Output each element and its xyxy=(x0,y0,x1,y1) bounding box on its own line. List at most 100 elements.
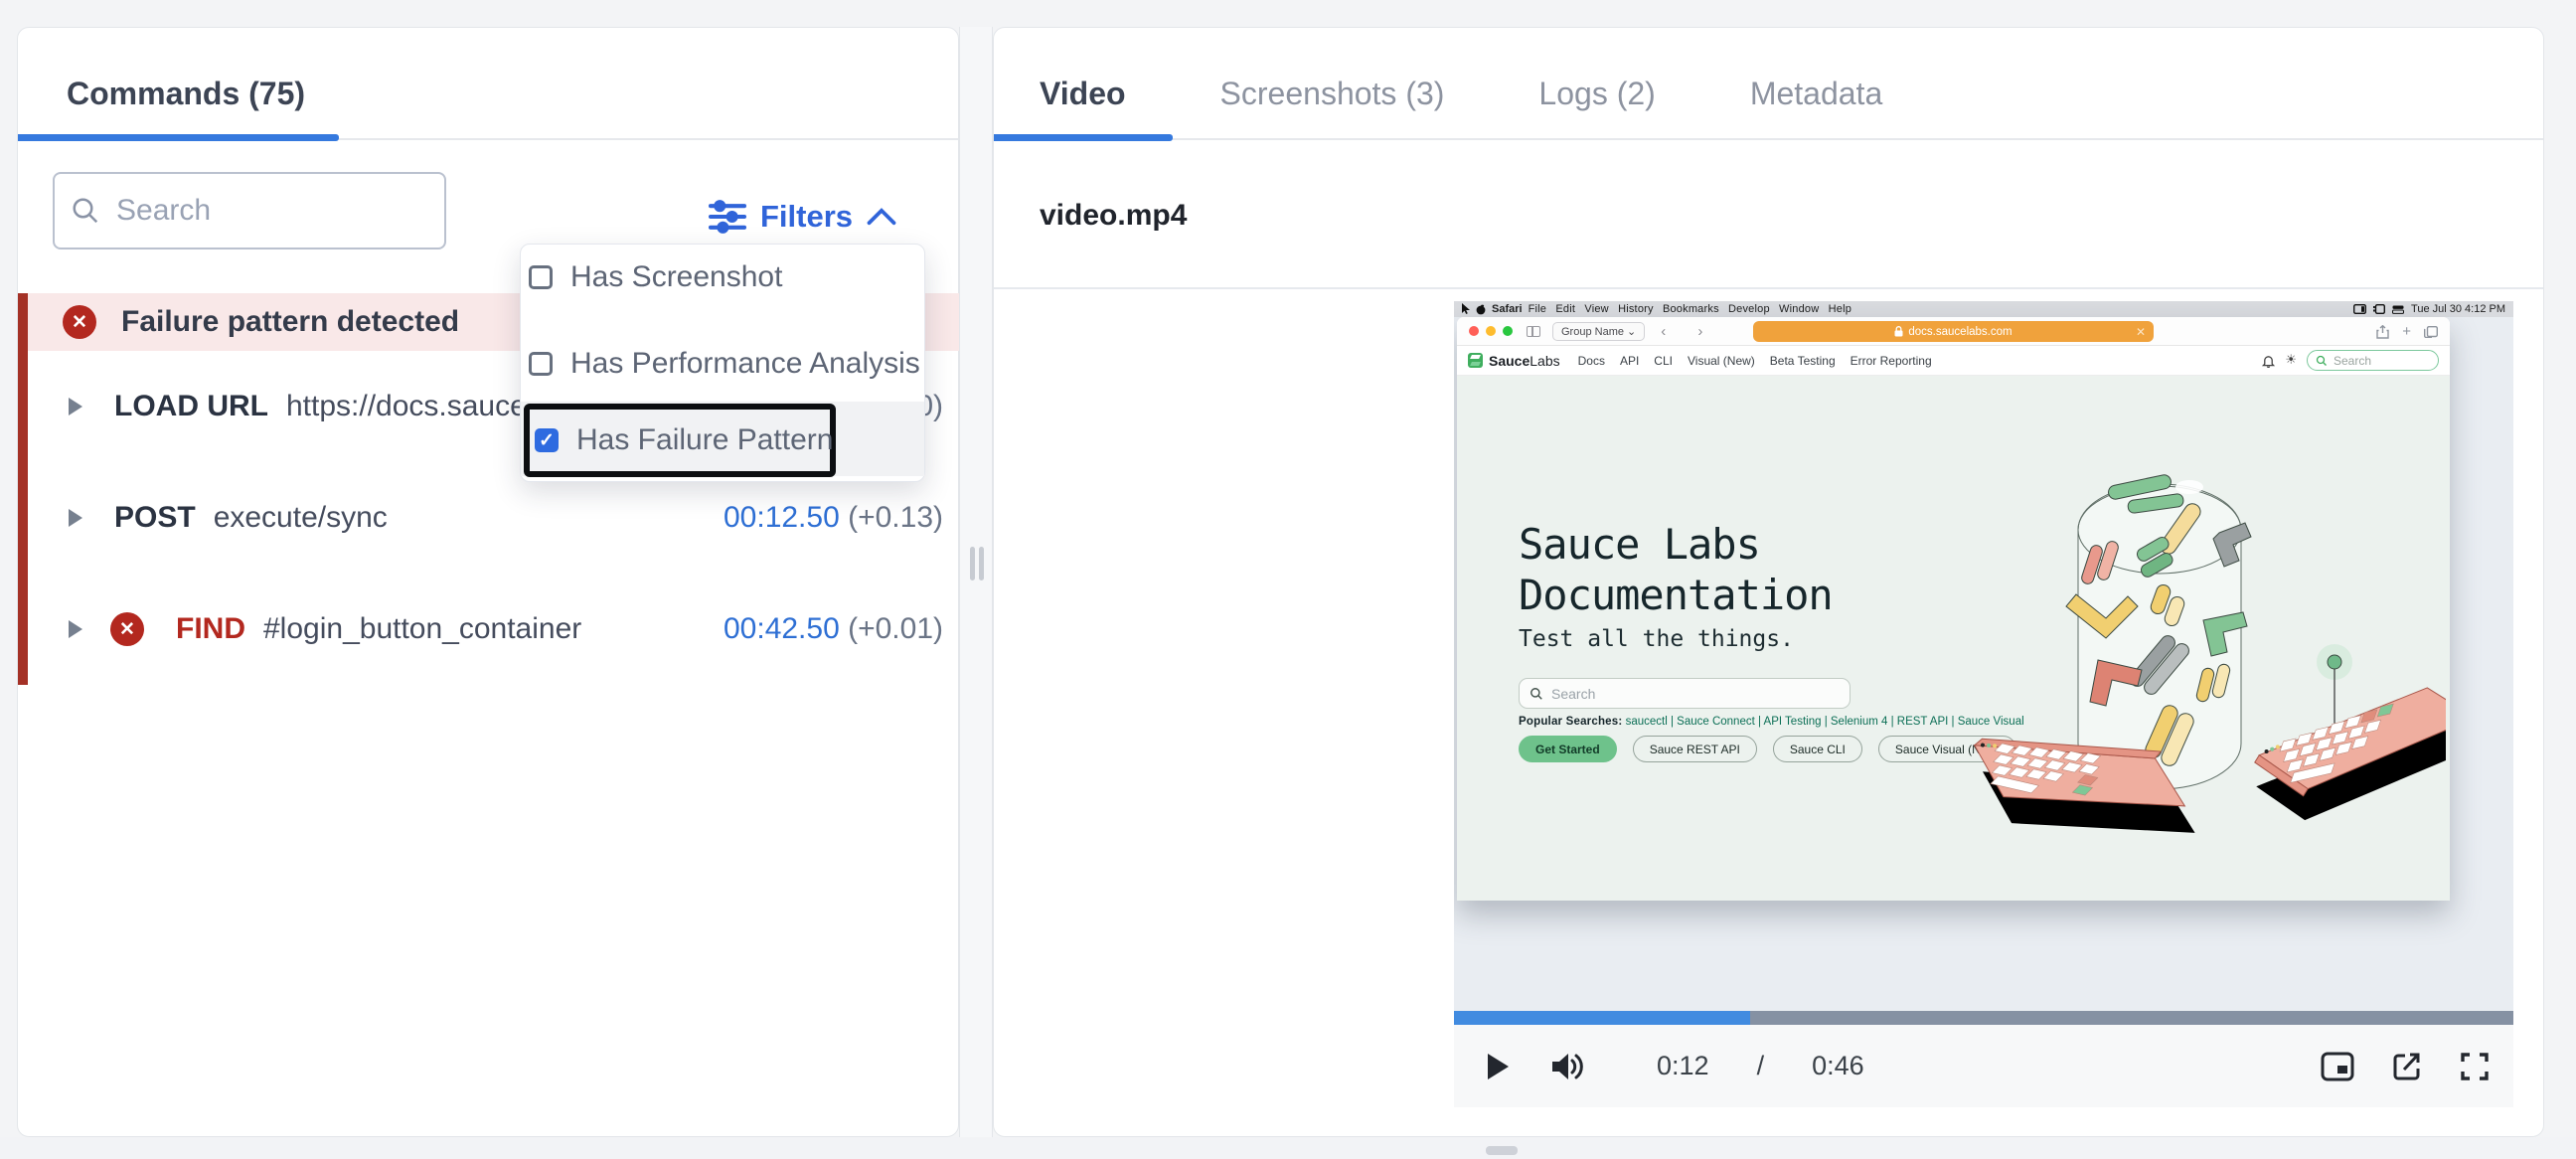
command-arg: #login_button_container xyxy=(263,612,582,645)
filters-label: Filters xyxy=(760,199,854,234)
share-icon[interactable] xyxy=(2376,324,2389,339)
tab-overview-icon[interactable] xyxy=(2424,325,2438,338)
apple-icon xyxy=(1476,304,1486,314)
fullscreen-icon[interactable] xyxy=(2460,1052,2490,1081)
nav-item-api[interactable]: API xyxy=(1620,354,1639,368)
horizontal-scrollbar-thumb[interactable] xyxy=(1486,1146,1518,1155)
hero-search[interactable]: Search xyxy=(1519,678,1851,709)
cursor-icon xyxy=(1462,303,1470,314)
checkbox-checked[interactable]: ✓ xyxy=(535,428,559,452)
command-method: LOAD URL xyxy=(114,390,268,422)
command-row-find[interactable]: ✕ FIND #login_button_container 00:42.50 … xyxy=(18,574,960,685)
traffic-lights-icon[interactable] xyxy=(1469,326,1513,336)
video-file-title: video.mp4 xyxy=(1040,199,1188,232)
nav-item-docs[interactable]: Docs xyxy=(1578,354,1605,368)
filters-icon xyxy=(709,200,746,234)
get-started-button[interactable]: Get Started xyxy=(1519,736,1617,762)
filters-button[interactable]: Filters xyxy=(709,194,896,240)
expand-caret-icon[interactable] xyxy=(69,398,82,415)
header-divider xyxy=(994,287,2543,289)
open-external-icon[interactable] xyxy=(2392,1052,2422,1081)
stop-loading-icon[interactable]: ✕ xyxy=(2136,325,2146,339)
popular-searches[interactable]: Popular Searches: saucectl | Sauce Conne… xyxy=(1519,716,2024,728)
tab-video[interactable]: Video xyxy=(1040,76,1126,112)
saucelabs-brand[interactable]: SauceLabs xyxy=(1489,353,1560,369)
search-input[interactable] xyxy=(116,194,428,228)
display-icon xyxy=(2353,304,2367,314)
nav-item-error-reporting[interactable]: Error Reporting xyxy=(1851,354,1932,368)
site-search-placeholder: Search xyxy=(2334,353,2372,368)
battery-icon xyxy=(2392,305,2405,314)
asset-tabs: Video Screenshots (3) Logs (2) Metadata xyxy=(1040,76,1882,112)
tab-divider xyxy=(994,138,2543,140)
tab-screenshots[interactable]: Screenshots (3) xyxy=(1220,76,1445,112)
command-method: POST xyxy=(114,501,196,534)
video-player[interactable]: Safari File Edit View History Bookmarks … xyxy=(1454,301,2513,1134)
menubar-items: File Edit View History Bookmarks Develop… xyxy=(1528,303,1852,315)
video-controls: 0:12 / 0:46 xyxy=(1454,1025,2513,1107)
command-arg: execute/sync xyxy=(213,501,388,534)
menu-item-has-screenshot[interactable]: Has Screenshot xyxy=(521,254,924,300)
sidebar-toggle-icon[interactable] xyxy=(1527,325,1540,337)
browser-toolbar: Group Name ⌄ ‹ › docs.saucelabs.com ✕ + xyxy=(1457,317,2450,346)
duration-time: 0:46 xyxy=(1812,1051,1864,1080)
video-frame[interactable]: Safari File Edit View History Bookmarks … xyxy=(1454,301,2513,1011)
expand-caret-icon[interactable] xyxy=(69,620,82,638)
asset-panel: Video Screenshots (3) Logs (2) Metadata … xyxy=(993,27,2544,1137)
bell-icon[interactable] xyxy=(2262,354,2276,368)
site-search[interactable]: Search xyxy=(2307,350,2439,371)
time-separator: / xyxy=(1756,1051,1765,1080)
picture-in-picture-icon[interactable] xyxy=(2321,1052,2354,1081)
theme-toggle-icon[interactable]: ☀ xyxy=(2285,353,2297,368)
hero-tagline: Test all the things. xyxy=(1519,626,1794,652)
saucelabs-logo-icon[interactable] xyxy=(1468,353,1483,368)
nav-item-visual[interactable]: Visual (New) xyxy=(1688,354,1755,368)
active-tab-underline xyxy=(18,134,339,141)
macos-menubar: Safari File Edit View History Bookmarks … xyxy=(1454,301,2513,317)
sauce-cli-button[interactable]: Sauce CLI xyxy=(1772,736,1862,762)
safari-window: Group Name ⌄ ‹ › docs.saucelabs.com ✕ + xyxy=(1457,317,2450,901)
sauce-rest-api-button[interactable]: Sauce REST API xyxy=(1632,736,1757,762)
search-icon xyxy=(73,198,98,224)
current-time: 0:12 xyxy=(1657,1051,1709,1080)
search-icon xyxy=(1530,687,1542,700)
error-icon: ✕ xyxy=(63,305,96,339)
tab-metadata[interactable]: Metadata xyxy=(1750,76,1882,112)
chevron-up-icon xyxy=(867,208,896,226)
site-navbar: SauceLabs Docs API CLI Visual (New) Beta… xyxy=(1457,346,2450,376)
address-bar[interactable]: docs.saucelabs.com ✕ xyxy=(1753,321,2154,342)
tab-commands[interactable]: Commands (75) xyxy=(67,76,305,112)
play-button-icon[interactable] xyxy=(1486,1053,1510,1080)
checkbox-unchecked[interactable] xyxy=(529,265,553,289)
video-progress-bar[interactable] xyxy=(1454,1011,2513,1025)
error-icon: ✕ xyxy=(110,612,144,646)
menubar-clock: Tue Jul 30 4:12 PM xyxy=(2411,303,2505,315)
video-progress-fill xyxy=(1454,1011,1751,1025)
commands-search[interactable] xyxy=(53,172,446,249)
docs-hero: Sauce Labs Documentation Test all the th… xyxy=(1457,376,2450,901)
command-method: FIND xyxy=(176,612,245,645)
nav-item-cli[interactable]: CLI xyxy=(1654,354,1673,368)
hero-buttons: Get Started Sauce REST API Sauce CLI Sau… xyxy=(1519,736,2017,762)
bell-jar-illustration xyxy=(1973,474,2446,833)
tab-group-dropdown[interactable]: Group Name ⌄ xyxy=(1552,321,1646,341)
stage-manager-icon xyxy=(2373,304,2386,314)
command-time: 00:42.50 (+0.01) xyxy=(723,612,943,645)
menubar-app-name: Safari xyxy=(1492,303,1523,315)
volume-icon[interactable] xyxy=(1551,1052,1587,1081)
command-arg: https://docs.saucelab xyxy=(285,390,525,422)
menu-item-has-failure-pattern[interactable]: ✓ Has Failure Pattern xyxy=(521,417,924,463)
new-tab-icon[interactable]: + xyxy=(2402,323,2411,340)
command-time: 00:12.50 (+0.13) xyxy=(723,501,943,534)
nav-item-beta-testing[interactable]: Beta Testing xyxy=(1770,354,1836,368)
panel-resize-gutter[interactable] xyxy=(959,27,993,1137)
filters-dropdown: Has Screenshot Has Performance Analysis … xyxy=(520,244,925,482)
expand-caret-icon[interactable] xyxy=(69,509,82,527)
menu-item-has-performance-analysis[interactable]: Has Performance Analysis xyxy=(521,341,924,387)
back-forward-buttons[interactable]: ‹ › xyxy=(1661,323,1716,340)
checkbox-unchecked[interactable] xyxy=(529,352,553,376)
hero-heading-line2: Documentation xyxy=(1519,571,1834,619)
banner-text: Failure pattern detected xyxy=(121,305,460,338)
tab-logs[interactable]: Logs (2) xyxy=(1538,76,1655,112)
resize-handle-icon xyxy=(979,547,984,580)
